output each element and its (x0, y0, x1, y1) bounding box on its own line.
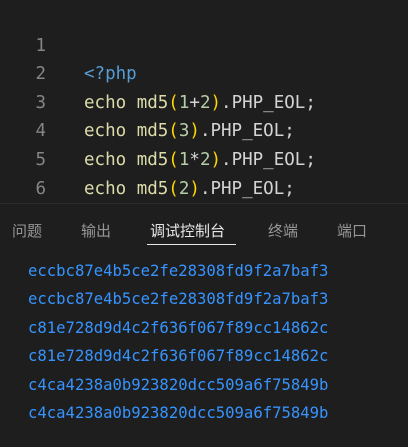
tab-problems[interactable]: 问题 (12, 218, 42, 244)
code-editor[interactable]: 1 <?php 2 echo md5(1+2).PHP_EOL; 3 echo … (0, 0, 408, 256)
output-line[interactable]: eccbc87e4b5ce2fe28308fd9f2a7baf3 (28, 257, 328, 285)
tab-debug-console[interactable]: 调试控制台 (150, 218, 225, 244)
output-line[interactable]: eccbc87e4b5ce2fe28308fd9f2a7baf3 (28, 285, 328, 313)
code-line[interactable]: 7 echo md5(true); (0, 175, 408, 256)
tab-ports[interactable]: 端口 (337, 218, 367, 244)
output-line[interactable]: c4ca4238a0b923820dcc509a6f75849b (28, 371, 328, 399)
code-line[interactable]: 5 echo md5(2).PHP_EOL; (0, 117, 408, 199)
code-line[interactable]: 1 <?php (0, 3, 408, 85)
panel-tab-bar: 问题 输出 调试控制台 终端 端口 (0, 204, 408, 252)
code-line[interactable]: 6 echo md5(1&1).PHP_EOL; (0, 146, 408, 228)
output-line[interactable]: c4ca4238a0b923820dcc509a6f75849b (28, 399, 328, 427)
code-line[interactable]: 2 echo md5(1+2).PHP_EOL; (0, 32, 408, 113)
tab-terminal[interactable]: 终端 (268, 218, 298, 244)
bottom-panel: 问题 输出 调试控制台 终端 端口 eccbc87e4b5ce2fe28308f… (0, 203, 408, 447)
tab-output[interactable]: 输出 (81, 218, 111, 244)
output-line[interactable]: c81e728d9d4c2f636f067f89cc14862c (28, 342, 328, 370)
output-line[interactable]: c81e728d9d4c2f636f067f89cc14862c (28, 314, 328, 342)
active-tab-indicator (147, 244, 236, 245)
code-line[interactable]: 4 echo md5(1*2).PHP_EOL; (0, 89, 408, 170)
code-line[interactable]: 3 echo md5(3).PHP_EOL; (0, 60, 408, 142)
